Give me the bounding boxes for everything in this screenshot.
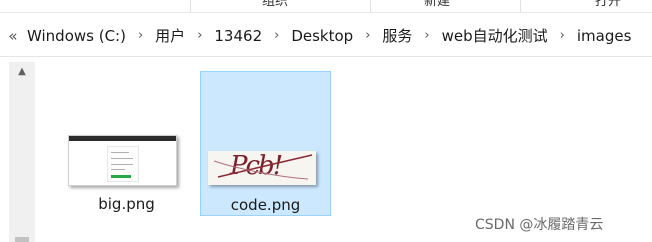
chevron-right-icon[interactable]: ›	[129, 28, 152, 43]
address-bar[interactable]: « Windows (C:) › 用户 › 13462 › Desktop › …	[0, 17, 652, 54]
breadcrumb-item-user-id[interactable]: 13462	[211, 27, 265, 45]
ribbon-item-open[interactable]: 打开	[595, 0, 621, 9]
address-bar-divider	[0, 56, 652, 57]
file-name[interactable]: code.png	[201, 196, 330, 214]
ribbon-divider	[520, 0, 521, 12]
breadcrumb-item-service[interactable]: 服务	[379, 25, 415, 46]
image-thumbnail-captcha[interactable]: Pcb!	[208, 151, 316, 185]
ribbon-item-organize[interactable]: 组织	[262, 0, 288, 9]
ribbon-divider	[370, 0, 371, 12]
chevron-right-icon[interactable]: ›	[356, 28, 379, 43]
ribbon-divider	[190, 0, 191, 12]
chevron-right-icon[interactable]: ›	[415, 28, 438, 43]
chevron-right-icon[interactable]: ›	[265, 28, 288, 43]
image-thumbnail-big[interactable]	[68, 135, 177, 186]
breadcrumb-overflow-icon[interactable]: «	[2, 27, 24, 45]
ribbon-strip: 组织 新建 打开	[0, 0, 652, 13]
breadcrumb-item-users[interactable]: 用户	[152, 25, 188, 46]
ribbon-item-new[interactable]: 新建	[424, 0, 450, 9]
chevron-right-icon[interactable]: ›	[188, 28, 211, 43]
file-item-code-png[interactable]: code.png	[200, 71, 331, 216]
watermark-text: CSDN @冰履踏青云	[475, 217, 604, 233]
scrollbar-thumb[interactable]	[15, 237, 29, 242]
breadcrumb-item-images[interactable]: images	[574, 27, 635, 45]
breadcrumb-item-web-test[interactable]: web自动化测试	[439, 25, 551, 46]
file-name[interactable]: big.png	[61, 195, 192, 213]
chevron-right-icon[interactable]: ›	[551, 28, 574, 43]
captcha-noise-lines	[213, 154, 313, 180]
nav-pane-scrollbar[interactable]: ▲	[9, 62, 35, 242]
breadcrumb-item-drive[interactable]: Windows (C:)	[24, 27, 129, 45]
breadcrumb-item-desktop[interactable]: Desktop	[288, 27, 356, 45]
scroll-up-arrow-icon[interactable]: ▲	[9, 66, 35, 77]
